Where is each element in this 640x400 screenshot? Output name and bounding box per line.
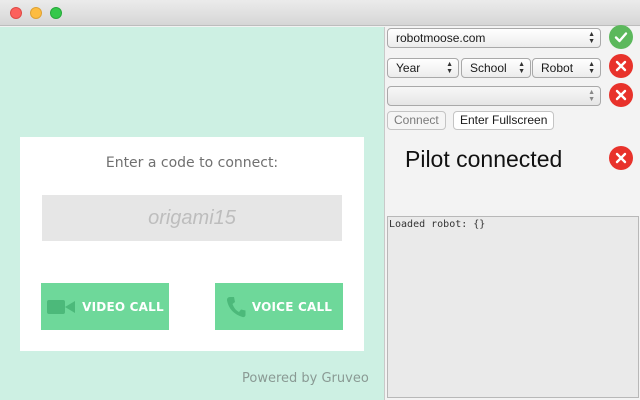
title-bar [0,0,640,26]
control-panel: robotmoose.com ▲ ▼ Year ▲ ▼ School ▲ ▼ Robo… [384,25,640,400]
select-arrows-icon: ▲ ▼ [588,61,595,75]
phone-icon [226,296,246,317]
room-code-input[interactable] [42,195,342,241]
pilot-status-text: Pilot connected [405,146,563,172]
robot-select-value: Robot [541,61,574,75]
minimize-window-button[interactable] [30,7,42,19]
server-select-value: robotmoose.com [396,31,486,45]
school-select-value: School [470,61,507,75]
select-arrows-icon: ▲ ▼ [588,31,595,45]
close-window-button[interactable] [10,7,22,19]
robot-select[interactable]: Robot ▲ ▼ [532,58,601,78]
select-arrows-icon: ▲ ▼ [518,61,525,75]
robot-status-x-icon [609,54,633,78]
pilot-status-x-icon [609,146,633,170]
year-select-value: Year [396,61,421,75]
robot-log-textarea[interactable]: Loaded robot: {} [387,216,639,398]
select-arrows-icon: ▲ ▼ [588,89,595,103]
maximize-window-button[interactable] [50,7,62,19]
video-camera-icon [47,299,76,314]
powered-by-text: Powered by Gruveo [242,371,369,386]
server-select[interactable]: robotmoose.com ▲ ▼ [387,28,601,48]
voice-call-label: VOICE CALL [251,299,333,314]
blank-status-x-icon [609,83,633,107]
server-status-check-icon [609,25,633,49]
enter-fullscreen-button[interactable]: Enter Fullscreen [453,111,555,130]
video-call-button[interactable]: VIDEO CALL [41,283,169,330]
video-call-label: VIDEO CALL [82,299,164,314]
connect-prompt: Enter a code to connect: [105,155,279,171]
connect-card: Enter a code to connect: VIDEO CALL VOIC… [20,137,364,351]
year-select[interactable]: Year ▲ ▼ [387,58,459,78]
voice-call-button[interactable]: VOICE CALL [215,283,343,330]
app-window: Enter a code to connect: VIDEO CALL VOIC… [0,0,640,400]
gruveo-panel: Enter a code to connect: VIDEO CALL VOIC… [0,27,384,400]
connect-button[interactable]: Connect [387,111,446,130]
blank-select[interactable]: ▲ ▼ [387,86,601,106]
select-arrows-icon: ▲ ▼ [446,61,453,75]
school-select[interactable]: School ▲ ▼ [461,58,531,78]
